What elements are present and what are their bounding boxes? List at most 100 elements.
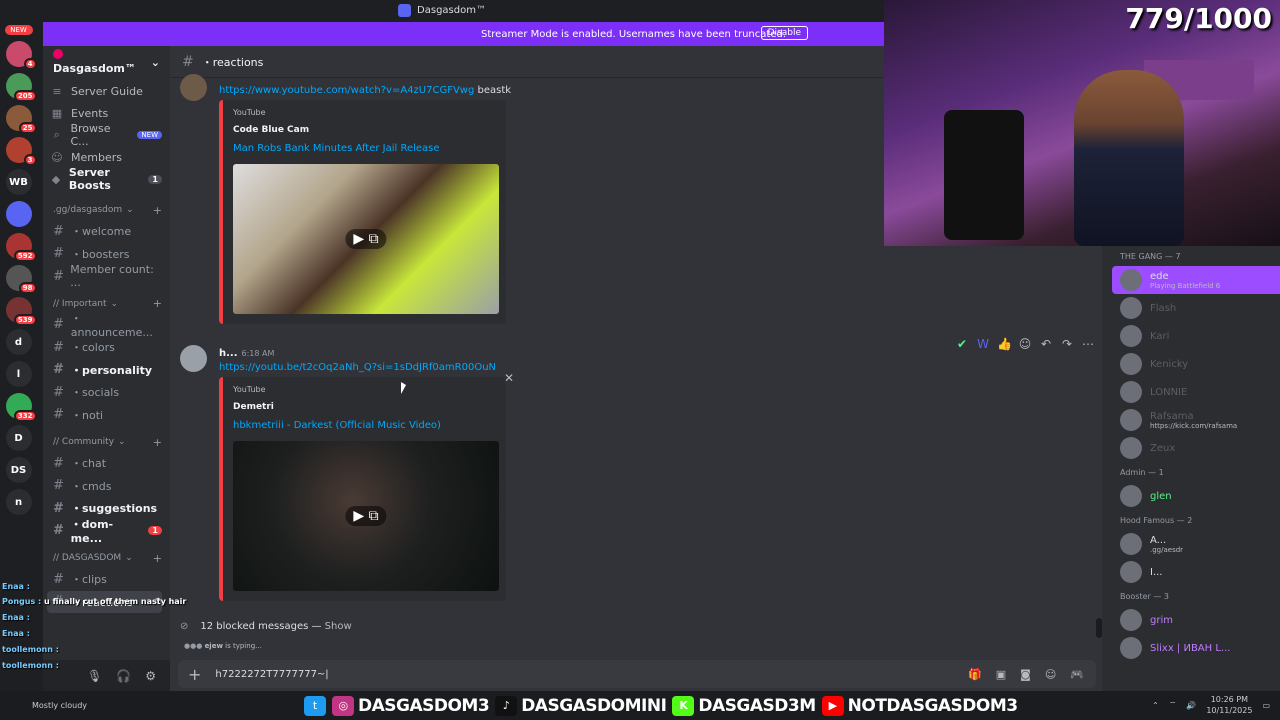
- play-icon[interactable]: ▶ ⧉: [345, 229, 387, 249]
- member-item[interactable]: Flash: [1102, 294, 1280, 322]
- video-thumbnail[interactable]: ▶ ⧉: [233, 441, 499, 591]
- member-item[interactable]: Slixx | ИВАН L...: [1102, 634, 1280, 662]
- member-item[interactable]: Rafsama https://kick.com/rafsama: [1102, 406, 1280, 434]
- thumbs-up-icon[interactable]: 👍: [997, 337, 1012, 351]
- server-icon[interactable]: 98: [5, 265, 37, 294]
- social-handles-overlay: t ◎ DASGASDOM3 ♪ DASGASDOMINI K DASGASD3M ▶ NOTD…: [304, 691, 1018, 720]
- nav-item[interactable]: ◆ Server Boosts 1: [51, 166, 162, 192]
- apps-icon[interactable]: 🎮: [1070, 668, 1084, 681]
- server-icon[interactable]: 4: [5, 41, 37, 70]
- weather-widget[interactable]: Mostly cloudy: [0, 701, 87, 711]
- server-icon[interactable]: 332: [5, 393, 37, 422]
- message[interactable]: h... 6:18 AM https://youtu.be/t2cOq2aNh_Q…: [180, 345, 1060, 601]
- notification-icon[interactable]: ▭: [1262, 701, 1270, 710]
- embed-author[interactable]: Demetri: [233, 402, 496, 412]
- member-item[interactable]: I...: [1102, 558, 1280, 586]
- server-icon[interactable]: n: [5, 489, 32, 515]
- channel-item[interactable]: # ・socials: [51, 381, 162, 404]
- mention-badge: 592: [13, 250, 37, 262]
- chevron-down-icon[interactable]: ⌄: [151, 56, 160, 69]
- gift-icon[interactable]: 🎁: [968, 668, 982, 681]
- video-thumbnail[interactable]: ▶ ⧉: [233, 164, 499, 314]
- clock[interactable]: 10:26 PM 10/11/2025: [1206, 694, 1252, 716]
- message-link[interactable]: https://youtu.be/t2cOq2aNh_Q?si=1sDdJRf0…: [219, 362, 496, 373]
- channel-item[interactable]: # ・dom-me... 1: [51, 518, 162, 545]
- server-icon[interactable]: l: [5, 361, 32, 387]
- volume-icon[interactable]: 🔊: [1186, 701, 1196, 710]
- server-icon[interactable]: d: [5, 329, 32, 355]
- message-timestamp: 6:18 AM: [241, 349, 275, 358]
- channel-item[interactable]: # ・boosters: [51, 243, 162, 266]
- chevron-up-icon[interactable]: ⌃: [1152, 701, 1159, 710]
- avatar[interactable]: [180, 74, 207, 101]
- member-item[interactable]: LONNIE: [1102, 378, 1280, 406]
- social-handle-text: DASGASD3M: [698, 695, 816, 716]
- channel-item[interactable]: # ・chat: [51, 452, 162, 475]
- member-item[interactable]: A... .gg/aesdr: [1102, 530, 1280, 558]
- server-icon[interactable]: 539: [5, 297, 37, 326]
- channel-item[interactable]: # ・cmds: [51, 475, 162, 498]
- chat-username: Enaa :: [2, 582, 30, 591]
- channel-item[interactable]: # ・colors: [51, 336, 162, 359]
- avatar[interactable]: [180, 345, 207, 372]
- server-header[interactable]: Dasgasdom™ ⌄: [43, 46, 170, 78]
- server-icon[interactable]: 3: [5, 137, 37, 166]
- forward-icon[interactable]: ↷: [1060, 337, 1074, 351]
- channel-item[interactable]: # Member count: ...: [51, 263, 162, 289]
- hash-icon: #: [53, 523, 64, 539]
- tiktok-icon: ♪: [495, 695, 518, 716]
- check-reaction-icon[interactable]: ✔: [955, 337, 969, 351]
- close-icon[interactable]: ✕: [504, 371, 514, 385]
- channel-item[interactable]: # ・announceme...: [51, 312, 162, 339]
- category-header[interactable]: .gg/dasgasdom ⌄ +: [51, 200, 162, 220]
- message-link[interactable]: https://www.youtube.com/watch?v=A4zU7CGF…: [219, 85, 474, 96]
- message-composer[interactable]: + h7222272T7777777~| 🎁 ▣ ◙ ☺ 🎮: [178, 660, 1096, 688]
- server-icon[interactable]: 592: [5, 233, 37, 262]
- message-input[interactable]: h7222272T7777777~|: [215, 669, 328, 680]
- network-icon[interactable]: ⌔: [1169, 700, 1177, 710]
- category-label: // Community: [53, 437, 115, 447]
- channel-item[interactable]: # ・noti: [51, 404, 162, 427]
- embed-title[interactable]: Man Robs Bank Minutes After Jail Release: [233, 143, 496, 154]
- add-channel-icon[interactable]: +: [153, 204, 162, 217]
- server-icon[interactable]: 25: [5, 105, 37, 134]
- server-icon[interactable]: D: [5, 425, 32, 451]
- channel-item[interactable]: # ・personality: [51, 359, 162, 382]
- sticker-icon[interactable]: ◙: [1020, 668, 1031, 681]
- show-blocked-link[interactable]: Show: [325, 621, 352, 632]
- reply-icon[interactable]: ↶: [1039, 337, 1053, 351]
- server-icon[interactable]: 205: [5, 73, 37, 102]
- nav-item[interactable]: ≡ Server Guide: [51, 80, 162, 102]
- chat-username: Enaa :: [2, 613, 30, 622]
- add-channel-icon[interactable]: +: [153, 436, 162, 449]
- webcam-chair: [944, 110, 1024, 240]
- server-icon[interactable]: DS: [5, 457, 32, 483]
- add-reaction-icon[interactable]: ☺: [1018, 337, 1032, 351]
- disable-button[interactable]: Disable: [760, 26, 808, 40]
- member-item[interactable]: Kari: [1102, 322, 1280, 350]
- member-item[interactable]: Zeux: [1102, 434, 1280, 462]
- nav-item[interactable]: ▦ Events: [51, 102, 162, 124]
- message-author[interactable]: h...: [219, 348, 238, 359]
- server-icon[interactable]: [5, 201, 32, 227]
- more-icon[interactable]: ⋯: [1081, 337, 1095, 351]
- emoji-icon[interactable]: ☺: [1045, 668, 1056, 681]
- channel-item[interactable]: # ・welcome: [51, 220, 162, 243]
- member-item[interactable]: grim: [1102, 606, 1280, 634]
- webcam-streamer: [1074, 70, 1184, 246]
- member-item[interactable]: glen: [1102, 482, 1280, 510]
- category-header[interactable]: // Community ⌄ +: [51, 432, 162, 452]
- member-item[interactable]: Kenicky: [1102, 350, 1280, 378]
- member-item[interactable]: ede Playing Battlefield 6: [1112, 266, 1280, 294]
- add-attachment-icon[interactable]: +: [188, 665, 201, 684]
- add-channel-icon[interactable]: +: [153, 297, 162, 310]
- nav-item[interactable]: ⌕ Browse C... NEW: [51, 122, 162, 148]
- embed-title[interactable]: hbkmetriii - Darkest (Official Music Vid…: [233, 420, 496, 431]
- gif-icon[interactable]: ▣: [996, 668, 1006, 681]
- embed-author[interactable]: Code Blue Cam: [233, 125, 496, 135]
- play-icon[interactable]: ▶ ⧉: [345, 506, 387, 526]
- w-reaction-icon[interactable]: W: [976, 337, 990, 351]
- nav-item[interactable]: ☺ Members: [51, 146, 162, 168]
- avatar: [1120, 269, 1142, 291]
- server-icon[interactable]: WB: [5, 169, 32, 195]
